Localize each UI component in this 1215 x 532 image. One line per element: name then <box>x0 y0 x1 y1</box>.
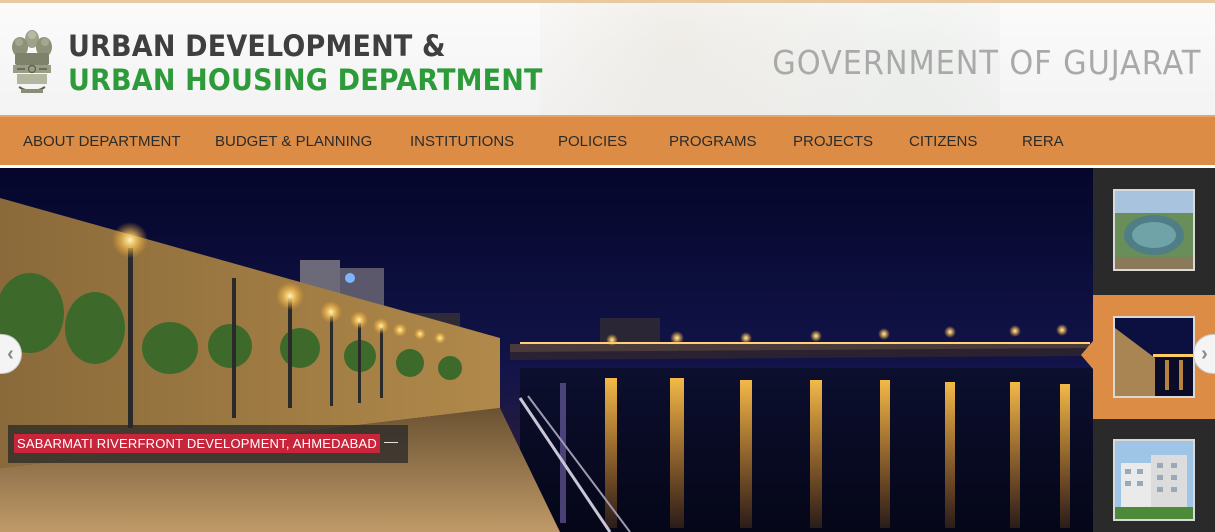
department-title-line1: URBAN DEVELOPMENT & <box>68 29 446 63</box>
nav-item-institutions[interactable]: INSTITUTIONS <box>410 117 514 165</box>
thumbnail-item-lake[interactable] <box>1093 168 1215 293</box>
site-header: URBAN DEVELOPMENT & URBAN HOUSING DEPART… <box>0 0 1215 115</box>
main-navigation: ABOUT DEPARTMENT BUDGET & PLANNING INSTI… <box>0 115 1215 165</box>
department-title-line2: URBAN HOUSING DEPARTMENT <box>68 63 543 97</box>
chevron-right-icon: › <box>1201 342 1208 365</box>
nav-item-budget-planning[interactable]: BUDGET & PLANNING <box>215 117 372 165</box>
thumbnail-image-riverfront <box>1113 316 1195 398</box>
active-thumbnail-pointer <box>1081 341 1093 369</box>
government-title: GOVERNMENT OF GUJARAT <box>771 43 1201 82</box>
slide-image-riverfront <box>0 168 1093 532</box>
thumbnail-item-housing[interactable] <box>1093 421 1215 532</box>
nav-item-citizens[interactable]: CITIZENS <box>909 117 977 165</box>
nav-item-projects[interactable]: PROJECTS <box>793 117 873 165</box>
page: URBAN DEVELOPMENT & URBAN HOUSING DEPART… <box>0 0 1215 532</box>
thumbnail-image-lake <box>1113 189 1195 271</box>
chevron-left-icon: ‹ <box>7 342 14 365</box>
thumbnail-image-housing <box>1113 439 1195 521</box>
nav-item-rera[interactable]: RERA <box>1022 117 1064 165</box>
slide-caption-suffix: — <box>384 433 398 449</box>
state-emblem-icon[interactable] <box>7 25 57 99</box>
nav-item-programs[interactable]: PROGRAMS <box>669 117 757 165</box>
slide-caption-text[interactable]: SABARMATI RIVERFRONT DEVELOPMENT, AHMEDA… <box>14 434 380 453</box>
slide-caption: SABARMATI RIVERFRONT DEVELOPMENT, AHMEDA… <box>8 425 408 463</box>
nav-item-about-department[interactable]: ABOUT DEPARTMENT <box>23 117 181 165</box>
hero-slider[interactable] <box>0 168 1093 532</box>
nav-item-policies[interactable]: POLICIES <box>558 117 627 165</box>
